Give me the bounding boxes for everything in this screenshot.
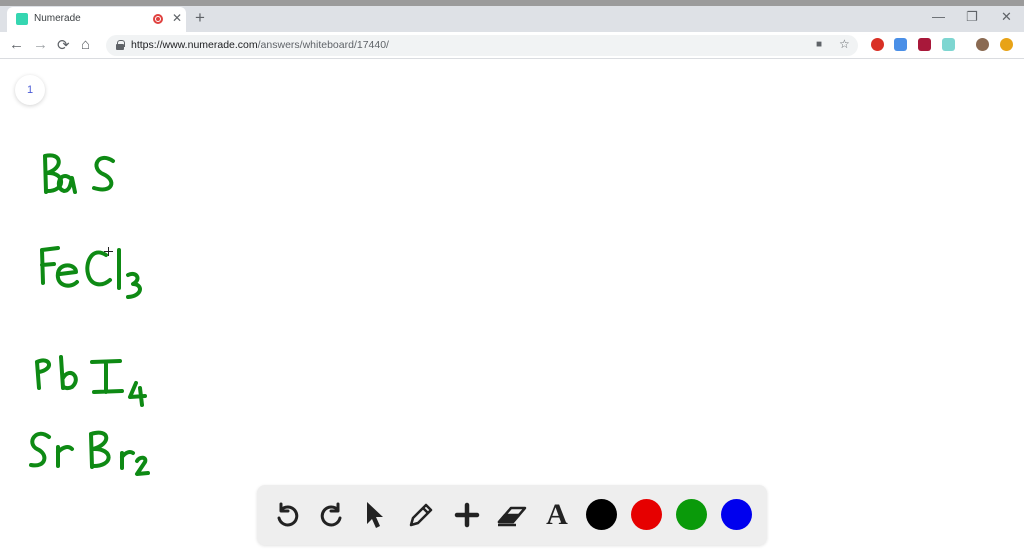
back-button[interactable]: ← [9,36,24,53]
extension-record-icon[interactable] [871,38,884,51]
update-menu-icon[interactable] [1000,38,1013,51]
tab-bar: Numerade ✕ + — ❐ ✕ [0,6,1024,32]
new-tab-button[interactable]: + [195,8,205,28]
close-window-button[interactable]: ✕ [1001,9,1012,25]
handwritten-formula-FeCl3 [40,246,142,299]
handwritten-formula-PbI4 [35,355,147,407]
crosshair-cursor-icon [104,247,113,256]
reload-button[interactable]: ⟳ [57,36,70,54]
extension-doc-icon[interactable] [894,38,907,51]
address-bar[interactable]: https://www.numerade.com/answers/whitebo… [106,35,858,56]
text-icon[interactable]: A [541,498,573,531]
drawing-toolbar: A [257,485,767,545]
forward-button[interactable]: → [33,36,48,53]
extension-screen-icon[interactable] [942,38,955,51]
lock-icon [116,40,125,50]
browser-tab[interactable]: Numerade ✕ [7,7,186,32]
url-text[interactable]: https://www.numerade.com/answers/whitebo… [131,39,389,51]
color-black-swatch[interactable] [586,499,617,530]
plus-icon[interactable] [451,499,483,531]
handwritten-formula-SrBr2 [29,430,150,476]
pencil-icon[interactable] [405,499,437,531]
color-blue-swatch[interactable] [721,499,752,530]
eraser-icon[interactable] [496,499,528,531]
undo-icon[interactable] [271,499,303,531]
color-green-swatch[interactable] [676,499,707,530]
pointer-icon[interactable] [359,499,391,531]
home-button[interactable]: ⌂ [81,36,90,53]
profile-avatar[interactable] [976,38,989,51]
numerade-favicon-icon [16,13,28,25]
whiteboard-page[interactable]: 1 A [0,60,1024,552]
handwritten-formula-BaS [43,153,115,194]
restore-button[interactable]: ❐ [966,9,978,25]
recording-icon [153,14,163,24]
star-icon[interactable]: ☆ [839,37,850,51]
whiteboard-canvas[interactable] [0,60,1024,480]
minimize-button[interactable]: — [932,9,945,24]
extension-m-icon[interactable] [918,38,931,51]
browser-toolbar: ← → ⟳ ⌂ https://www.numerade.com/answers… [0,32,1024,59]
tab-close-button[interactable]: ✕ [172,11,182,25]
redo-icon[interactable] [316,499,348,531]
camera-icon[interactable]: ■ [816,39,822,50]
tab-title: Numerade [34,13,81,24]
color-red-swatch[interactable] [631,499,662,530]
